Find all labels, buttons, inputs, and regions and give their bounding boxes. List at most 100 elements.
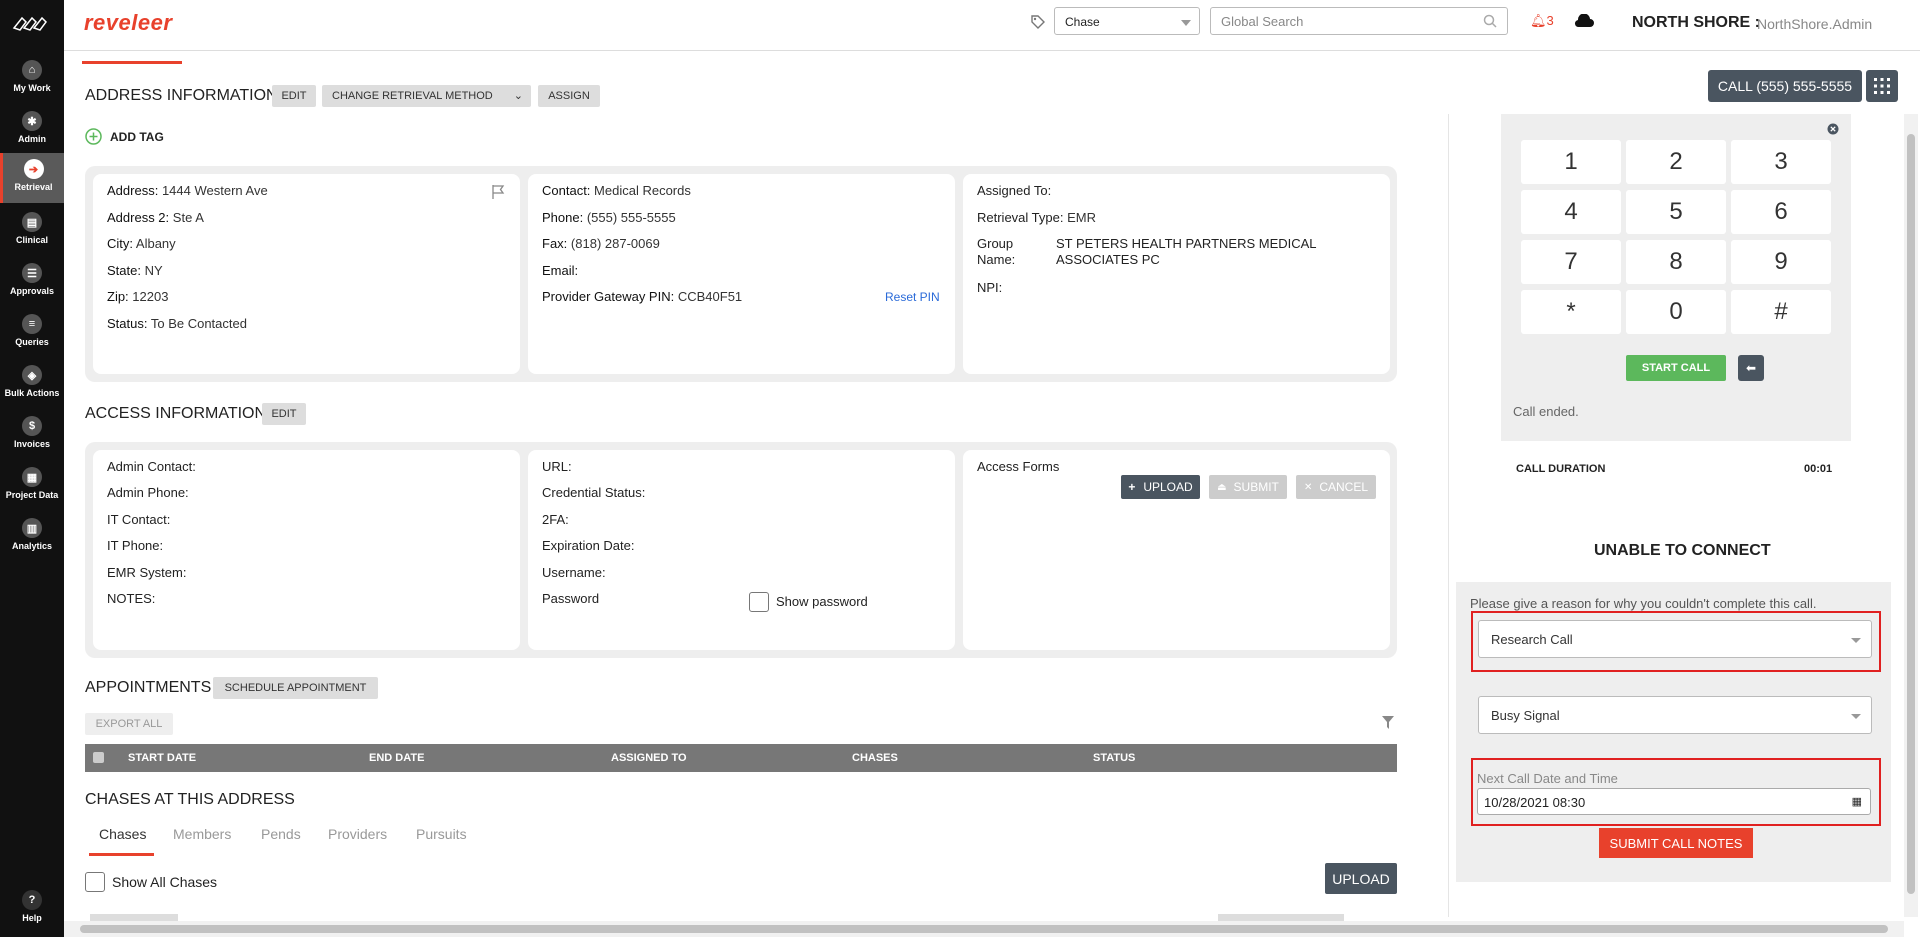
reset-pin-link[interactable]: Reset PIN: [885, 290, 940, 304]
column-header-end-date[interactable]: END DATE: [369, 752, 424, 764]
sidebar: ⌂ My Work ✱ Admin ➔ Retrieval ▤ Clinical…: [0, 0, 64, 937]
column-header-status[interactable]: STATUS: [1093, 752, 1135, 764]
notifications-button[interactable]: 🔔︎3: [1530, 13, 1554, 29]
appointments-title: APPOINTMENTS: [85, 679, 212, 696]
dialpad-key-2[interactable]: 2: [1626, 140, 1726, 184]
retrieval-arrow-icon: ➔: [23, 159, 44, 179]
change-retrieval-method-dropdown[interactable]: CHANGE RETRIEVAL METHOD ⌄: [322, 85, 531, 107]
sidebar-item-invoices[interactable]: $ Invoices: [0, 410, 64, 460]
brand-logo[interactable]: reveleer: [84, 10, 172, 36]
calendar-icon[interactable]: ▦: [1852, 795, 1862, 808]
user-name[interactable]: NorthShore.Admin: [1757, 16, 1872, 32]
fax-line: Fax: (818) 287-0069: [542, 236, 660, 251]
url-label: URL:: [542, 459, 572, 474]
sidebar-item-queries[interactable]: ≡ Queries: [0, 308, 64, 358]
dialpad-key-0[interactable]: 0: [1626, 290, 1726, 334]
search-icon[interactable]: [1483, 14, 1497, 28]
tab-pends[interactable]: Pends: [261, 826, 301, 842]
sidebar-item-help[interactable]: ? Help: [0, 884, 64, 934]
reveleer-logo-icon[interactable]: [12, 14, 52, 34]
add-tag-button[interactable]: ADD TAG: [85, 128, 164, 145]
dialpad-key-4[interactable]: 4: [1521, 190, 1621, 234]
scrollbar-thumb[interactable]: [80, 925, 1888, 933]
upload-icon: ⏏: [1217, 481, 1227, 493]
dialpad-key-3[interactable]: 3: [1731, 140, 1831, 184]
sidebar-item-retrieval[interactable]: ➔ Retrieval: [0, 153, 64, 203]
horizontal-scrollbar[interactable]: [64, 921, 1904, 937]
layers-icon: ◈: [22, 365, 42, 385]
dialpad-key-5[interactable]: 5: [1626, 190, 1726, 234]
call-phone-button[interactable]: CALL (555) 555-5555: [1708, 70, 1862, 102]
show-password-checkbox[interactable]: [749, 592, 769, 612]
access-upload-label: UPLOAD: [1143, 480, 1193, 494]
dialpad-key-star[interactable]: *: [1521, 290, 1621, 334]
call-reason-value: Research Call: [1491, 632, 1573, 647]
field-label: Zip:: [107, 289, 129, 304]
show-all-chases-label: Show All Chases: [112, 874, 218, 890]
status-line: Status: To Be Contacted: [107, 316, 247, 331]
field-label: City:: [107, 236, 133, 251]
field-value: (555) 555-5555: [586, 210, 676, 225]
tab-members[interactable]: Members: [173, 826, 231, 842]
unable-reason-prompt: Please give a reason for why you couldn'…: [1470, 596, 1817, 611]
tag-icon[interactable]: [1030, 14, 1046, 30]
chase-type-select[interactable]: Chase: [1054, 7, 1200, 35]
access-edit-button[interactable]: EDIT: [262, 403, 306, 425]
tab-pursuits[interactable]: Pursuits: [416, 826, 467, 842]
admin-contact-label: Admin Contact:: [107, 459, 196, 474]
show-all-chases-checkbox[interactable]: [85, 872, 105, 892]
column-header-start-date[interactable]: START DATE: [128, 752, 196, 764]
select-all-checkbox[interactable]: [93, 752, 104, 763]
address2-line: Address 2: Ste A: [107, 210, 204, 225]
sidebar-item-approvals[interactable]: ☰ Approvals: [0, 257, 64, 307]
address-cards: [85, 166, 1397, 382]
zip-line: Zip: 12203: [107, 289, 168, 304]
notes-label: NOTES:: [107, 591, 156, 606]
chevron-down-icon: [1851, 638, 1861, 643]
call-reason-select[interactable]: Research Call: [1478, 620, 1872, 658]
address-line: Address: 1444 Western Ave: [107, 183, 268, 198]
chases-upload-button[interactable]: UPLOAD: [1325, 863, 1397, 894]
tab-chases[interactable]: Chases: [99, 826, 146, 842]
access-submit-button[interactable]: ⏏ SUBMIT: [1209, 475, 1287, 499]
dialpad-key-8[interactable]: 8: [1626, 240, 1726, 284]
field-value: NY: [144, 263, 163, 278]
schedule-appointment-button[interactable]: SCHEDULE APPOINTMENT: [213, 677, 378, 699]
call-sub-reason-select[interactable]: Busy Signal: [1478, 696, 1872, 734]
export-all-button[interactable]: EXPORT ALL: [85, 713, 173, 735]
sidebar-item-admin[interactable]: ✱ Admin: [0, 105, 64, 155]
field-label: Provider Gateway PIN:: [542, 289, 675, 304]
column-header-assigned-to[interactable]: ASSIGNED TO: [611, 752, 687, 764]
add-circle-icon: [85, 128, 102, 145]
dialpad-grid-button[interactable]: [1866, 70, 1898, 102]
sidebar-item-clinical[interactable]: ▤ Clinical: [0, 206, 64, 256]
flag-icon[interactable]: [491, 184, 505, 200]
access-cancel-button[interactable]: ✕ CANCEL: [1296, 475, 1376, 499]
dialpad-key-6[interactable]: 6: [1731, 190, 1831, 234]
dialpad-key-hash[interactable]: #: [1731, 290, 1831, 334]
address-edit-button[interactable]: EDIT: [272, 85, 316, 107]
sidebar-item-my-work[interactable]: ⌂ My Work: [0, 54, 64, 104]
dialpad-key-7[interactable]: 7: [1521, 240, 1621, 284]
start-call-button[interactable]: START CALL: [1626, 355, 1726, 381]
close-circle-icon[interactable]: [1827, 123, 1839, 135]
global-search-input[interactable]: Global Search: [1210, 7, 1508, 35]
cloud-icon[interactable]: [1574, 14, 1594, 28]
dialpad-key-1[interactable]: 1: [1521, 140, 1621, 184]
sidebar-item-project-data[interactable]: ▦ Project Data: [0, 461, 64, 511]
submit-call-notes-button[interactable]: SUBMIT CALL NOTES: [1599, 828, 1753, 858]
vertical-scrollbar[interactable]: [1904, 114, 1918, 917]
sidebar-item-label: Admin: [18, 134, 46, 144]
scrollbar-thumb[interactable]: [1907, 134, 1915, 894]
tab-providers[interactable]: Providers: [328, 826, 387, 842]
sidebar-item-analytics[interactable]: ▥ Analytics: [0, 512, 64, 562]
sidebar-item-bulk-actions[interactable]: ◈ Bulk Actions: [0, 359, 64, 409]
dialpad-key-9[interactable]: 9: [1731, 240, 1831, 284]
address-assign-button[interactable]: ASSIGN: [538, 85, 600, 107]
next-call-datetime-input[interactable]: 10/28/2021 08:30 ▦: [1477, 788, 1871, 815]
column-header-chases[interactable]: CHASES: [852, 752, 898, 764]
backspace-button[interactable]: ⬅: [1738, 355, 1764, 381]
filter-icon[interactable]: [1382, 716, 1394, 729]
call-duration-value: 00:01: [1804, 463, 1833, 475]
access-upload-button[interactable]: + UPLOAD: [1121, 475, 1200, 499]
